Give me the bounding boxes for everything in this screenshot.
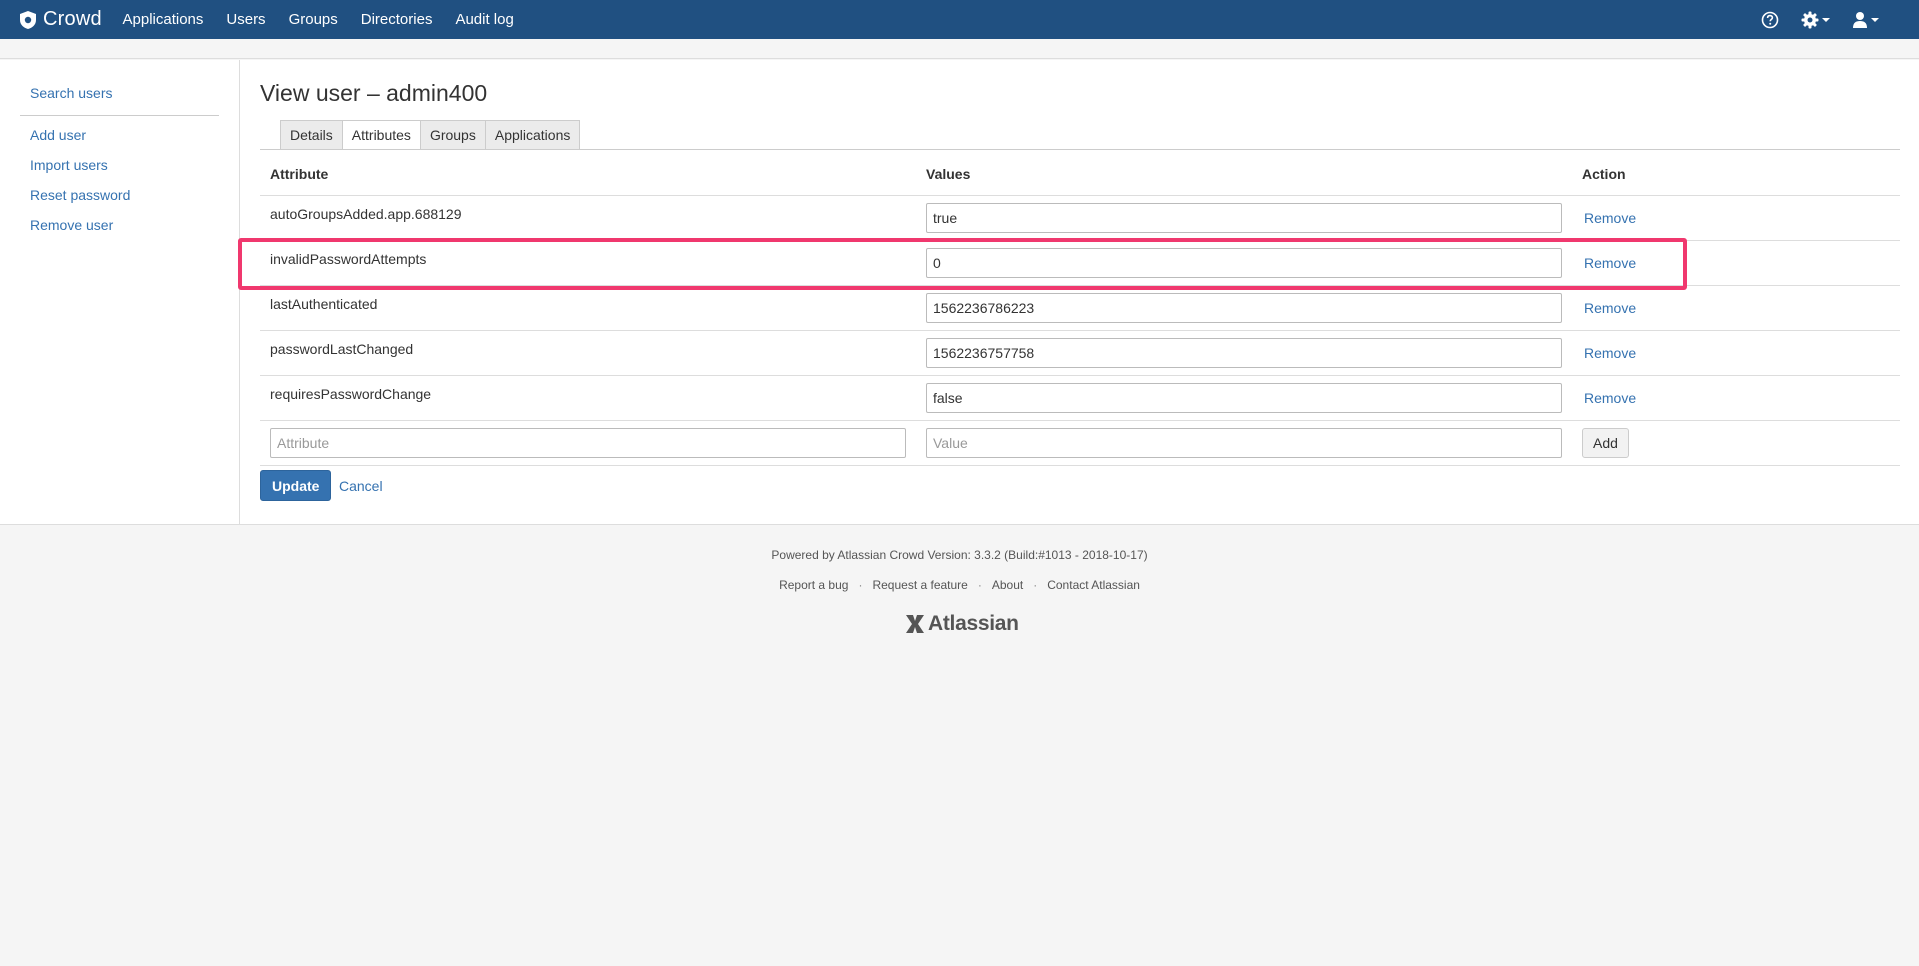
remove-attribute-link[interactable]: Remove [1584,210,1636,226]
table-bottom-border [260,465,1900,466]
table-row: requiresPasswordChange Remove [260,375,1900,420]
settings-icon[interactable] [1801,11,1830,29]
nav-groups[interactable]: Groups [277,11,349,28]
atlassian-logo-icon [906,615,924,633]
column-header-attribute: Attribute [270,166,329,182]
nav-users[interactable]: Users [215,11,277,28]
sidebar-item-import-users[interactable]: Import users [30,157,108,173]
tab-applications[interactable]: Applications [484,120,581,150]
sidebar-item-add-user[interactable]: Add user [30,127,86,143]
update-button[interactable]: Update [260,470,332,501]
footer-separator: · [977,578,982,592]
remove-attribute-link[interactable]: Remove [1584,300,1636,316]
atlassian-logo-text: Atlassian [928,612,1019,635]
top-navigation: Crowd Applications Users Groups Director… [0,0,1919,39]
content-panel: Search users Add user Import users Reset… [0,60,1919,525]
brand-name: Crowd [43,8,102,30]
tab-details[interactable]: Details [280,120,343,150]
sidebar-item-search-users[interactable]: Search users [30,85,112,101]
remove-attribute-link[interactable]: Remove [1584,255,1636,271]
attribute-name: requiresPasswordChange [270,386,432,402]
column-header-values: Values [926,166,971,182]
main-content: View user – admin400 Details Attributes … [260,60,1900,525]
nav-applications[interactable]: Applications [111,11,215,28]
tab-divider [260,149,1900,150]
page-title: View user – admin400 [260,80,488,106]
sidebar-divider [20,115,219,116]
add-attribute-button[interactable]: Add [1582,428,1629,458]
footer-separator: · [858,578,863,592]
nav-right-tools [1739,0,1879,39]
attribute-name: invalidPasswordAttempts [270,251,427,267]
tab-groups[interactable]: Groups [419,120,486,150]
nav-directories[interactable]: Directories [349,11,444,28]
powered-by-text: Powered by Atlassian Crowd Version: 3.3.… [771,548,1148,562]
atlassian-logo: Atlassian [903,612,1019,636]
table-row: invalidPasswordAttempts Remove [260,240,1900,285]
cancel-link[interactable]: Cancel [339,478,383,494]
new-attribute-input[interactable] [270,428,906,458]
page-header-band [0,39,1919,59]
help-icon[interactable] [1761,11,1779,29]
attribute-value-input[interactable] [926,248,1562,278]
attribute-value-input[interactable] [926,293,1562,323]
footer-report-bug-link[interactable]: Report a bug [779,578,848,592]
footer-request-feature-link[interactable]: Request a feature [872,578,967,592]
attribute-name: lastAuthenticated [270,296,378,312]
user-icon[interactable] [1852,11,1879,29]
nav-audit-log[interactable]: Audit log [444,11,525,28]
table-row: lastAuthenticated Remove [260,285,1900,330]
footer-about-link[interactable]: About [992,578,1023,592]
new-value-input[interactable] [926,428,1562,458]
attribute-value-input[interactable] [926,203,1562,233]
main-menu: Applications Users Groups Directories Au… [111,0,525,39]
new-attribute-row: Add [260,420,1900,465]
sidebar-item-reset-password[interactable]: Reset password [30,187,130,203]
remove-attribute-link[interactable]: Remove [1584,390,1636,406]
chevron-down-icon [1822,17,1830,22]
attribute-value-input[interactable] [926,383,1562,413]
crowd-home-link[interactable]: Crowd [18,6,102,33]
sidebar-item-remove-user[interactable]: Remove user [30,217,113,233]
chevron-down-icon [1871,17,1879,22]
sidebar: Search users Add user Import users Reset… [0,60,240,525]
table-row: autoGroupsAdded.app.688129 Remove [260,195,1900,240]
tab-bar: Details Attributes Groups Applications [280,120,581,150]
column-header-action: Action [1582,166,1626,182]
footer-links: Report a bug · Request a feature · About… [0,578,1919,592]
crowd-logo-icon [18,10,38,30]
tab-attributes[interactable]: Attributes [341,120,421,150]
footer-contact-link[interactable]: Contact Atlassian [1047,578,1140,592]
attribute-name: autoGroupsAdded.app.688129 [270,206,462,222]
footer-separator: · [1033,578,1038,592]
attribute-name: passwordLastChanged [270,341,414,357]
attribute-value-input[interactable] [926,338,1562,368]
remove-attribute-link[interactable]: Remove [1584,345,1636,361]
table-row: passwordLastChanged Remove [260,330,1900,375]
